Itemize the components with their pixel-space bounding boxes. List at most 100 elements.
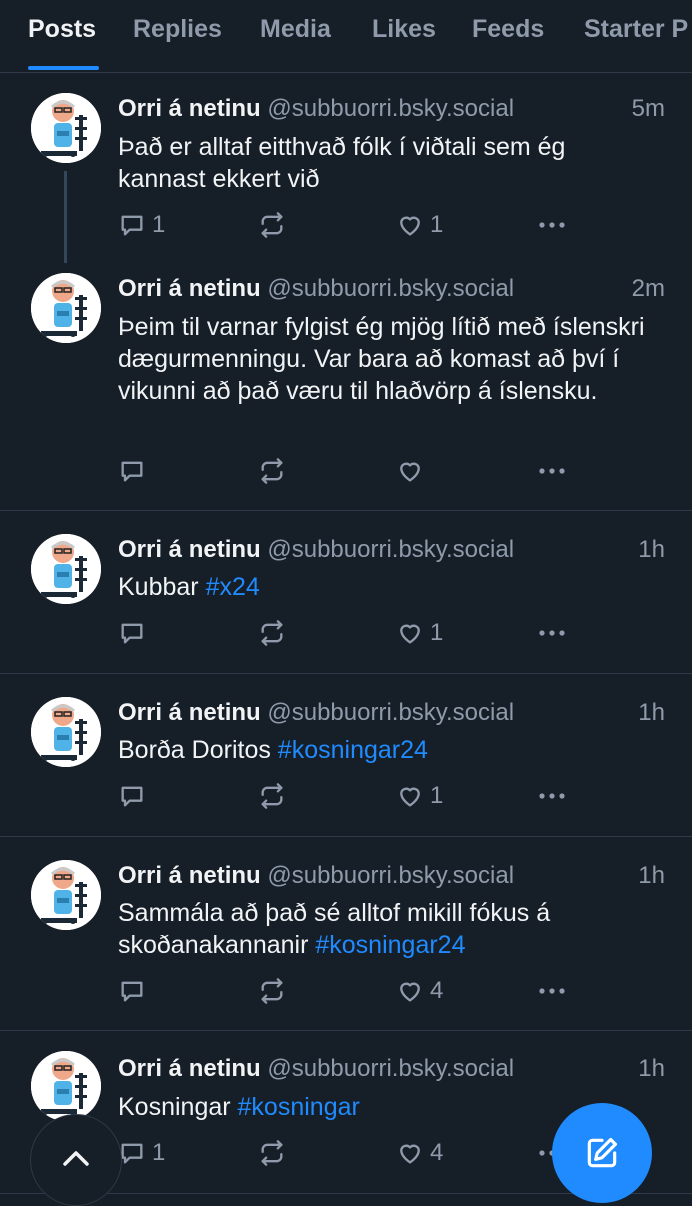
reply-count: 1 <box>152 1139 166 1166</box>
repost-button[interactable] <box>258 617 286 649</box>
more-icon <box>536 211 568 239</box>
more-options-button[interactable] <box>536 617 568 649</box>
avatar[interactable] <box>31 1051 101 1121</box>
more-options-button[interactable] <box>536 780 568 812</box>
post[interactable]: Orri á netinu @subbuorri.bsky.social 2m … <box>0 253 692 511</box>
author-name[interactable]: Orri á netinu <box>118 1055 261 1082</box>
avatar[interactable] <box>31 697 101 767</box>
post-text-content: Kosningar <box>118 1093 238 1121</box>
like-button[interactable]: 1 <box>396 780 443 812</box>
hashtag-link[interactable]: #kosningar <box>238 1093 360 1121</box>
post-time[interactable]: 1h <box>638 536 665 564</box>
heart-icon <box>396 211 424 239</box>
repost-icon <box>258 1139 286 1167</box>
post-text: Þeim til varnar fylgist ég mjög lítið me… <box>118 311 658 407</box>
reply-icon <box>118 782 146 810</box>
author-handle[interactable]: @subbuorri.bsky.social <box>267 699 514 726</box>
post-text-content: Borða Doritos <box>118 736 278 764</box>
hashtag-link[interactable]: #kosningar24 <box>278 736 428 764</box>
hashtag-link[interactable]: #kosningar24 <box>315 931 465 959</box>
post-time[interactable]: 1h <box>638 1055 665 1083</box>
post-actions: 1 <box>118 780 578 812</box>
post[interactable]: Orri á netinu @subbuorri.bsky.social 1h … <box>0 837 692 1031</box>
reply-button[interactable] <box>118 780 152 812</box>
like-count: 1 <box>430 619 444 646</box>
repost-button[interactable] <box>258 209 286 241</box>
post-actions: 1 4 <box>118 1137 578 1169</box>
repost-button[interactable] <box>258 455 286 487</box>
heart-icon <box>396 457 424 485</box>
reply-icon <box>118 211 146 239</box>
post-meta: Orri á netinu @subbuorri.bsky.social <box>118 275 514 303</box>
avatar[interactable] <box>31 534 101 604</box>
avatar[interactable] <box>31 860 101 930</box>
author-handle[interactable]: @subbuorri.bsky.social <box>267 275 514 302</box>
post-text-content: Kubbar <box>118 573 206 601</box>
post-time[interactable]: 1h <box>638 862 665 890</box>
post-time[interactable]: 5m <box>632 95 665 123</box>
heart-icon <box>396 977 424 1005</box>
post-time[interactable]: 2m <box>632 275 665 303</box>
more-options-button[interactable] <box>536 975 568 1007</box>
repost-button[interactable] <box>258 975 286 1007</box>
more-options-button[interactable] <box>536 455 568 487</box>
thread-line <box>64 171 67 263</box>
post-text: Kubbar #x24 <box>118 571 658 603</box>
author-handle[interactable]: @subbuorri.bsky.social <box>267 95 514 122</box>
author-name[interactable]: Orri á netinu <box>118 536 261 563</box>
author-handle[interactable]: @subbuorri.bsky.social <box>267 536 514 563</box>
reply-icon <box>118 977 146 1005</box>
repost-button[interactable] <box>258 1137 286 1169</box>
like-button[interactable]: 4 <box>396 1137 443 1169</box>
post-meta: Orri á netinu @subbuorri.bsky.social <box>118 699 514 727</box>
reply-button[interactable] <box>118 455 152 487</box>
hashtag-link[interactable]: #x24 <box>206 573 260 601</box>
tab-starter-packs[interactable]: Starter P <box>584 15 688 44</box>
like-button[interactable]: 1 <box>396 617 443 649</box>
author-name[interactable]: Orri á netinu <box>118 862 261 889</box>
like-button[interactable]: 1 <box>396 209 443 241</box>
tab-likes[interactable]: Likes <box>372 15 436 44</box>
heart-icon <box>396 782 424 810</box>
like-button[interactable] <box>396 455 430 487</box>
post-text: Það er alltaf eitthvað fólk í viðtali se… <box>118 131 658 195</box>
post-time[interactable]: 1h <box>638 699 665 727</box>
author-name[interactable]: Orri á netinu <box>118 699 261 726</box>
more-icon <box>536 619 568 647</box>
more-options-button[interactable] <box>536 209 568 241</box>
like-count: 1 <box>430 211 444 238</box>
tab-replies[interactable]: Replies <box>133 15 222 44</box>
repost-button[interactable] <box>258 780 286 812</box>
reply-button[interactable]: 1 <box>118 209 165 241</box>
avatar[interactable] <box>31 93 101 163</box>
like-count: 4 <box>430 977 444 1004</box>
scroll-to-top-button[interactable] <box>30 1114 122 1206</box>
post-meta: Orri á netinu @subbuorri.bsky.social <box>118 95 514 123</box>
tab-posts[interactable]: Posts <box>28 15 96 44</box>
avatar[interactable] <box>31 273 101 343</box>
like-count: 1 <box>430 782 444 809</box>
reply-button[interactable] <box>118 975 152 1007</box>
like-count: 4 <box>430 1139 444 1166</box>
tab-media[interactable]: Media <box>260 15 331 44</box>
author-handle[interactable]: @subbuorri.bsky.social <box>267 862 514 889</box>
post-text: Sammála að það sé alltof mikill fókus á … <box>118 897 658 961</box>
active-tab-indicator <box>28 66 99 70</box>
author-handle[interactable]: @subbuorri.bsky.social <box>267 1055 514 1082</box>
post-actions: 4 <box>118 975 578 1007</box>
author-name[interactable]: Orri á netinu <box>118 275 261 302</box>
repost-icon <box>258 977 286 1005</box>
post[interactable]: Orri á netinu @subbuorri.bsky.social 1h … <box>0 511 692 674</box>
tab-feeds[interactable]: Feeds <box>472 15 544 44</box>
post-meta: Orri á netinu @subbuorri.bsky.social <box>118 1055 514 1083</box>
reply-button[interactable] <box>118 617 152 649</box>
post[interactable]: Orri á netinu @subbuorri.bsky.social 5m … <box>0 73 692 263</box>
author-name[interactable]: Orri á netinu <box>118 95 261 122</box>
reply-button[interactable]: 1 <box>118 1137 165 1169</box>
compose-button[interactable] <box>552 1103 652 1203</box>
post-actions <box>118 455 578 487</box>
like-button[interactable]: 4 <box>396 975 443 1007</box>
more-icon <box>536 457 568 485</box>
post[interactable]: Orri á netinu @subbuorri.bsky.social 1h … <box>0 674 692 837</box>
reply-count: 1 <box>152 211 166 238</box>
